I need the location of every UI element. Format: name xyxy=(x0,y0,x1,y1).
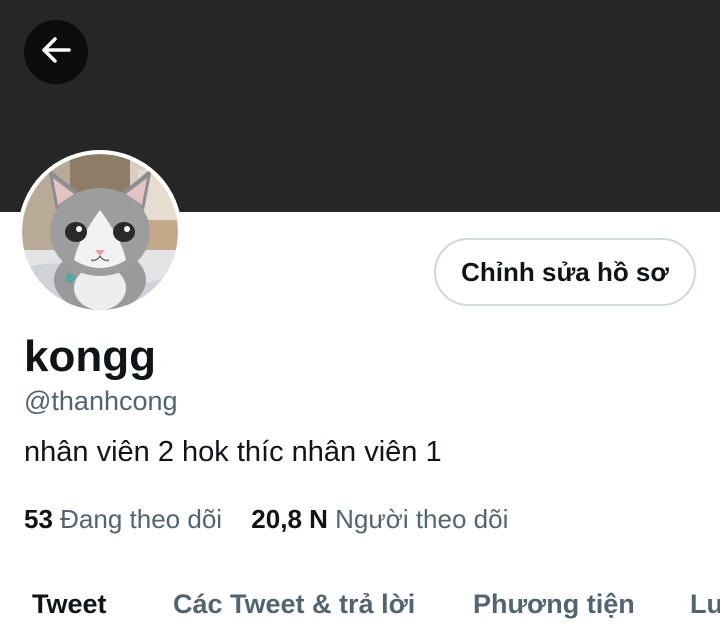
tab-likes[interactable]: Lư xyxy=(690,584,720,624)
profile-bio: nhân viên 2 hok thíc nhân viên 1 xyxy=(24,436,442,468)
avatar[interactable] xyxy=(18,150,182,314)
tab-tweets-and-replies[interactable]: Các Tweet & trả lời xyxy=(173,584,415,624)
following-label: Đang theo dõi xyxy=(60,504,223,534)
follow-stats: 53 Đang theo dõi 20,8 N Người theo dõi xyxy=(24,502,508,536)
arrow-left-icon xyxy=(38,32,74,73)
following-count: 53 xyxy=(24,504,53,534)
tab-tweets[interactable]: Tweet xyxy=(32,584,107,624)
profile-page: Chỉnh sửa hồ sơ kongg @thanhcong nhân vi… xyxy=(0,0,720,640)
followers-label: Người theo dõi xyxy=(335,504,509,534)
followers-stat[interactable]: 20,8 N Người theo dõi xyxy=(251,502,508,536)
tab-media[interactable]: Phương tiện xyxy=(473,584,635,624)
user-handle: @thanhcong xyxy=(24,386,178,416)
following-stat[interactable]: 53 Đang theo dõi xyxy=(24,502,222,536)
back-button[interactable] xyxy=(24,20,88,84)
profile-tabs: Tweet Các Tweet & trả lời Phương tiện Lư xyxy=(0,584,720,628)
followers-count: 20,8 N xyxy=(251,504,328,534)
edit-profile-button[interactable]: Chỉnh sửa hồ sơ xyxy=(434,238,696,306)
display-name: kongg xyxy=(24,332,156,381)
